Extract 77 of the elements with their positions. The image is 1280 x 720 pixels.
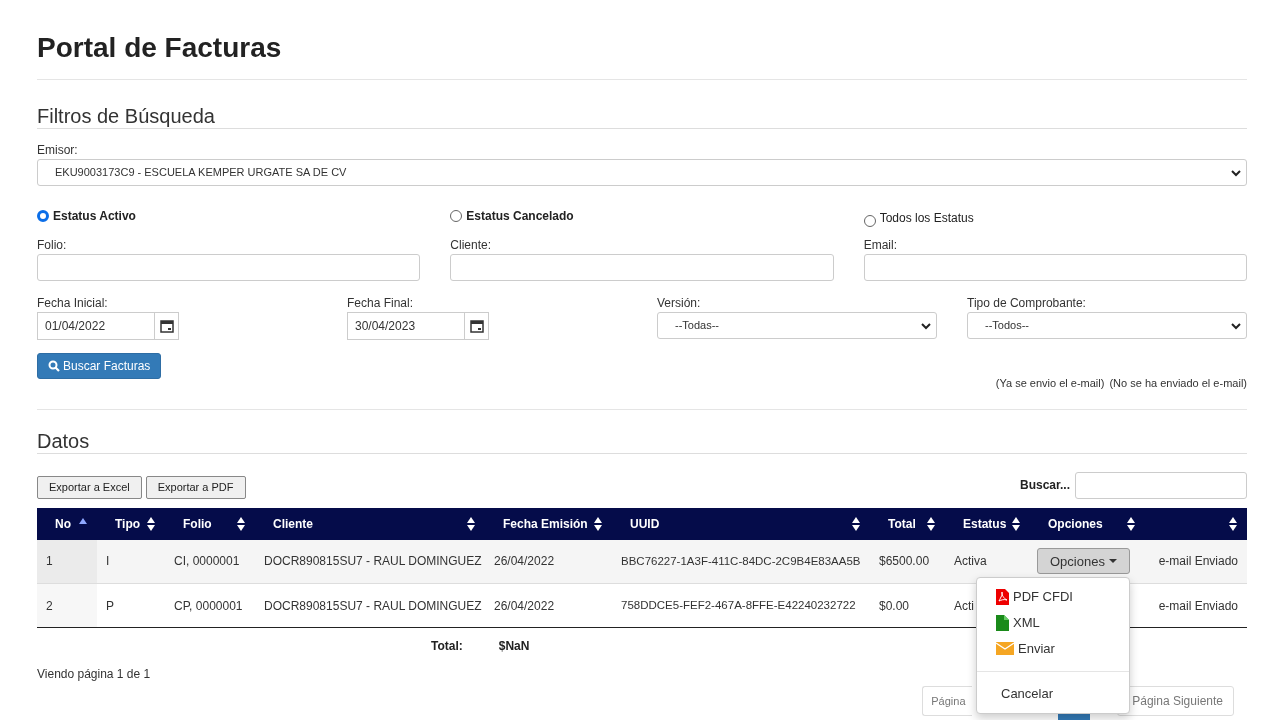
text-field[interactable] bbox=[863, 254, 1247, 281]
column-header[interactable]: Cliente bbox=[255, 507, 485, 540]
table-cell: e-mail Enviado bbox=[1145, 583, 1247, 628]
total-label: Total: bbox=[431, 638, 463, 655]
field-label: Tipo de Comprobante: bbox=[967, 297, 1087, 309]
menu-item[interactable]: XML bbox=[977, 609, 1129, 636]
search-button[interactable]: Buscar Facturas bbox=[37, 353, 162, 379]
table-cell: DOCR890815SU7 - RAUL DOMINGUEZ bbox=[264, 554, 482, 569]
export-button[interactable]: Exportar a Excel bbox=[37, 475, 142, 499]
date-field[interactable]: 30/04/2023 bbox=[347, 312, 465, 340]
table-cell: e-mail Enviado bbox=[1145, 539, 1247, 584]
table-cell: 1 bbox=[46, 554, 53, 569]
file-icon bbox=[996, 614, 1009, 631]
field-label: Email: bbox=[863, 239, 898, 251]
radio-label: Estatus Activo bbox=[53, 207, 136, 225]
column-header[interactable]: Opciones bbox=[1030, 507, 1145, 540]
table-cell: 758DDCE5-FEF2-467A-8FFE-E42240232722 bbox=[621, 598, 856, 611]
caret-icon bbox=[1108, 558, 1117, 564]
field-label: Fecha Inicial: bbox=[37, 297, 109, 309]
options-button[interactable]: Opciones bbox=[1037, 548, 1130, 575]
legend-text: (Ya se envio el e-mail) bbox=[995, 376, 1105, 391]
table-cell: CI, 0000001 bbox=[174, 554, 240, 569]
date-field[interactable]: 01/04/2022 bbox=[37, 312, 155, 340]
legend-text: (No se ha enviado el e-mail) bbox=[1109, 376, 1247, 391]
field-label: Folio: bbox=[37, 239, 68, 251]
section-heading: Datos bbox=[37, 428, 91, 453]
search-label: Buscar... bbox=[1019, 477, 1070, 494]
dropdown-select[interactable]: --Todos-- bbox=[967, 312, 1247, 339]
table-cell: CP, 0000001 bbox=[174, 598, 243, 613]
page-info: Viendo página 1 de 1 bbox=[37, 666, 151, 683]
calendar-button[interactable] bbox=[155, 312, 179, 340]
table-cell: Acti bbox=[954, 598, 974, 613]
dropdown-select[interactable]: --Todas-- bbox=[657, 312, 937, 339]
table-cell: BBC76227-1A3F-411C-84DC-2C9B4E83AA5B bbox=[621, 554, 861, 567]
radio-button[interactable] bbox=[37, 209, 49, 222]
field-label: Fecha Final: bbox=[347, 297, 415, 309]
column-header[interactable]: Folio bbox=[165, 507, 255, 540]
text-field[interactable] bbox=[37, 254, 421, 281]
table-cell: 2 bbox=[46, 598, 53, 613]
column-header[interactable]: Estatus bbox=[945, 507, 1030, 540]
radio-label: Estatus Cancelado bbox=[466, 207, 574, 225]
export-button[interactable]: Exportar a PDF bbox=[145, 475, 246, 499]
column-header[interactable]: Total bbox=[870, 507, 945, 540]
table-cell: DOCR890815SU7 - RAUL DOMINGUEZ bbox=[264, 598, 482, 613]
table-cell: Activa bbox=[954, 554, 987, 569]
table-cell: $6500.00 bbox=[879, 554, 930, 569]
previous-page-button[interactable]: Página bbox=[922, 686, 973, 716]
next-page-button[interactable]: Página Siguiente bbox=[1117, 686, 1234, 716]
field-label: Emisor: bbox=[37, 144, 79, 156]
column-header[interactable]: Fecha Emisión bbox=[485, 507, 612, 540]
column-header[interactable]: UUID bbox=[612, 507, 870, 540]
section-heading: Filtros de Búsqueda bbox=[37, 104, 216, 128]
calendar-icon bbox=[159, 319, 174, 333]
table-cell: $0.00 bbox=[879, 598, 910, 613]
table-cell: I bbox=[106, 554, 110, 569]
envelope-icon bbox=[996, 642, 1014, 655]
page-title: Portal de Facturas bbox=[37, 31, 283, 65]
calendar-button[interactable] bbox=[465, 312, 489, 340]
field-label: Cliente: bbox=[450, 239, 492, 251]
pdf-file-icon bbox=[996, 588, 1009, 605]
menu-item[interactable]: Enviar bbox=[977, 635, 1129, 662]
emisor-select[interactable]: EKU9003173C9 - ESCUELA KEMPER URGATE SA DE CV bbox=[37, 159, 1247, 186]
table-cell: P bbox=[106, 598, 114, 613]
calendar-icon bbox=[469, 319, 484, 333]
table-cell: 26/04/2022 bbox=[494, 598, 555, 613]
total-value: $NaN bbox=[498, 638, 530, 655]
column-header[interactable]: Tipo bbox=[97, 507, 165, 540]
search-field[interactable] bbox=[1075, 471, 1247, 499]
field-label: Versión: bbox=[657, 297, 702, 309]
radio-button[interactable] bbox=[863, 215, 876, 227]
table-cell: 26/04/2022 bbox=[494, 554, 555, 569]
column-header[interactable]: No bbox=[37, 507, 97, 540]
menu-item[interactable]: PDF CFDI bbox=[977, 583, 1129, 610]
radio-label: Todos los Estatus bbox=[879, 210, 974, 227]
text-field[interactable] bbox=[450, 254, 834, 281]
search-icon bbox=[48, 360, 60, 372]
radio-button[interactable] bbox=[450, 209, 463, 222]
